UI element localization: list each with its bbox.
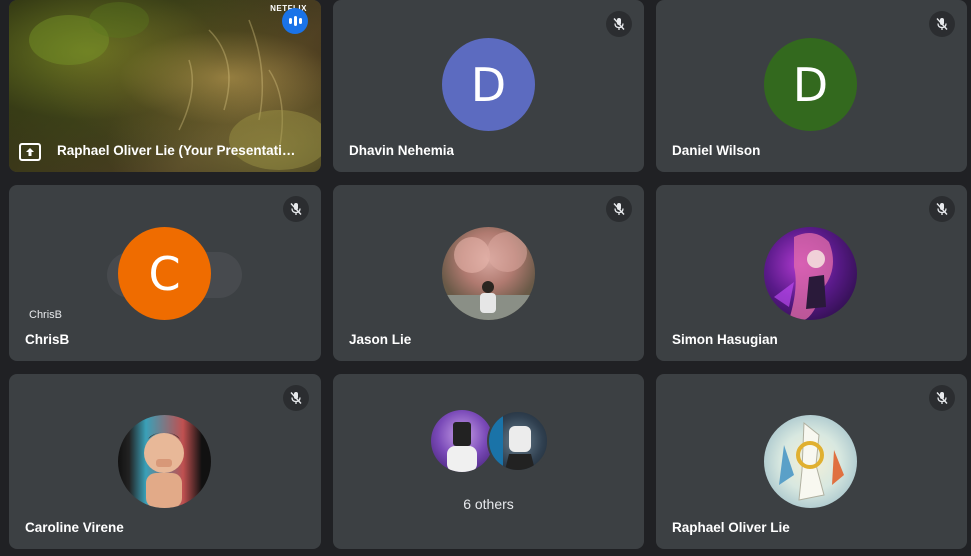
avatar-letter: D <box>470 57 507 112</box>
avatar: D <box>442 38 535 131</box>
others-count-label: 6 others <box>463 496 514 512</box>
person-photo-graphic <box>447 422 477 472</box>
participant-name: Caroline Virene <box>25 520 124 535</box>
avatar-photo <box>442 227 535 320</box>
mic-off-icon <box>929 11 955 37</box>
person-photo-graphic <box>442 232 535 320</box>
mic-off-icon <box>929 196 955 222</box>
others-tile[interactable]: 6 others <box>333 374 644 549</box>
presentation-tile[interactable]: NETFLIX Raphael Oliver Lie (Your Present… <box>9 0 321 172</box>
speaking-indicator-icon <box>282 8 308 34</box>
mic-off-icon <box>283 196 309 222</box>
participant-tile-caroline[interactable]: Caroline Virene <box>9 374 321 549</box>
avatar-photo <box>118 415 211 508</box>
participant-tile-dhavin[interactable]: D Dhavin Nehemia <box>333 0 644 172</box>
participant-name: Simon Hasugian <box>672 332 778 347</box>
participant-tile-chrisb[interactable]: C ChrisB ChrisB <box>9 185 321 361</box>
participant-name: Dhavin Nehemia <box>349 143 455 158</box>
avatar-letter: C <box>148 246 181 301</box>
participant-name: Raphael Oliver Lie (Your Presentation) <box>57 143 302 158</box>
mic-off-icon <box>283 385 309 411</box>
participant-tile-daniel[interactable]: D Daniel Wilson <box>656 0 967 172</box>
present-to-all-icon <box>19 143 41 161</box>
mic-off-icon <box>929 385 955 411</box>
participant-name: Raphael Oliver Lie <box>672 520 790 535</box>
avatar: C <box>118 227 211 320</box>
participant-tile-jason[interactable]: Jason Lie <box>333 185 644 361</box>
participant-name: Jason Lie <box>349 332 412 347</box>
mic-off-icon <box>606 11 632 37</box>
creature-art-graphic <box>779 421 844 501</box>
participant-tile-simon[interactable]: Simon Hasugian <box>656 185 967 361</box>
child-photo-graphic <box>144 432 184 508</box>
avatar-photo <box>431 410 493 472</box>
participant-name: ChrisB <box>25 332 70 347</box>
avatar-photo <box>487 410 549 472</box>
mic-off-icon <box>606 196 632 222</box>
participant-tile-raphael[interactable]: Raphael Oliver Lie <box>656 374 967 549</box>
avatar-photo <box>764 227 857 320</box>
avatar: D <box>764 38 857 131</box>
avatar-letter: D <box>792 57 829 112</box>
person-photo-graphic <box>489 412 535 470</box>
anime-character-graphic <box>774 233 833 320</box>
participant-name: Daniel Wilson <box>672 143 761 158</box>
avatar-photo <box>764 415 857 508</box>
self-view-label: ChrisB <box>29 309 63 321</box>
